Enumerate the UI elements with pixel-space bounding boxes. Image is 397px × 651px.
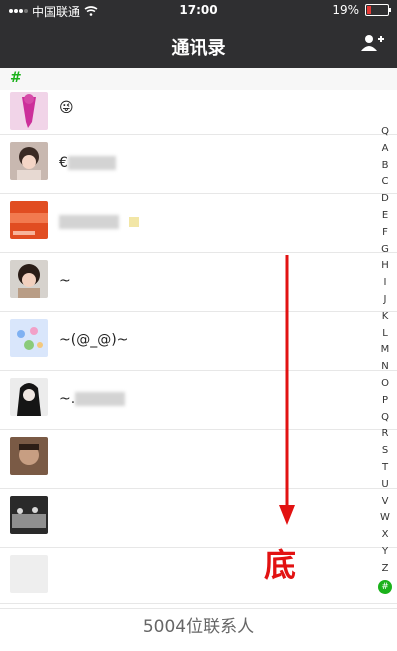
contact-name: ~. <box>59 391 126 407</box>
battery-percent: 19% <box>332 3 359 17</box>
index-letter[interactable]: C <box>377 174 393 191</box>
contact-name: € <box>59 155 116 171</box>
avatar <box>10 142 48 180</box>
index-letter[interactable]: W <box>377 510 393 527</box>
index-letter[interactable]: O <box>377 376 393 393</box>
annotation-text: 底 <box>264 546 297 584</box>
index-letter[interactable]: H <box>377 258 393 275</box>
index-letter[interactable]: B <box>377 158 393 175</box>
contact-name-text: € <box>59 155 68 171</box>
contact-list[interactable]: 😜 € ~ ~(@_@)~ ~. <box>0 90 397 609</box>
index-letter[interactable]: P <box>377 393 393 410</box>
contact-row[interactable] <box>0 430 397 489</box>
avatar <box>10 92 48 130</box>
alphabet-index[interactable]: Q A B C D E F G H I J K L M N O P Q R S T U V W X Y Z # <box>377 124 393 594</box>
avatar <box>10 201 48 239</box>
avatar <box>10 437 48 475</box>
index-letter[interactable]: K <box>377 309 393 326</box>
contact-name: ~ <box>59 273 71 289</box>
index-letter[interactable]: N <box>377 359 393 376</box>
index-letter[interactable]: Z <box>377 561 393 578</box>
contact-count: 5004位联系人 <box>0 603 397 651</box>
contact-row[interactable] <box>0 194 397 253</box>
avatar <box>10 319 48 357</box>
index-letter[interactable]: V <box>377 494 393 511</box>
contact-row[interactable]: ~ <box>0 253 397 312</box>
index-letter[interactable]: E <box>377 208 393 225</box>
index-letter[interactable]: M <box>377 342 393 359</box>
status-right: 19% <box>332 3 391 17</box>
avatar-placeholder <box>10 555 48 593</box>
index-letter[interactable]: J <box>377 292 393 309</box>
section-header: # <box>0 68 397 91</box>
avatar <box>10 260 48 298</box>
index-letter[interactable]: S <box>377 443 393 460</box>
index-letter[interactable]: A <box>377 141 393 158</box>
index-letter[interactable]: I <box>377 275 393 292</box>
avatar <box>10 496 48 534</box>
index-search-icon[interactable]: Q <box>377 124 393 141</box>
index-letter[interactable]: Y <box>377 544 393 561</box>
index-letter[interactable]: L <box>377 326 393 343</box>
index-letter[interactable]: R <box>377 426 393 443</box>
contact-row[interactable]: ~. <box>0 371 397 430</box>
add-contact-button[interactable] <box>359 33 385 53</box>
status-bar: 中国联通 17:00 19% <box>0 0 397 22</box>
top-bar: 中国联通 17:00 19% 通讯录 <box>0 0 397 68</box>
index-letter[interactable]: G <box>377 242 393 259</box>
index-letter[interactable]: X <box>377 527 393 544</box>
index-letter[interactable]: D <box>377 191 393 208</box>
index-letter[interactable]: U <box>377 477 393 494</box>
section-label: # <box>10 70 22 86</box>
contact-row[interactable]: 😜 <box>0 90 397 135</box>
contact-name: 😜 <box>59 100 74 116</box>
battery-icon <box>365 4 391 16</box>
contact-row[interactable]: € <box>0 135 397 194</box>
contact-name <box>59 214 140 230</box>
page-title: 通讯录 <box>171 38 226 59</box>
index-letter[interactable]: T <box>377 460 393 477</box>
index-letter[interactable]: F <box>377 225 393 242</box>
contact-row[interactable] <box>0 548 397 609</box>
index-letter[interactable]: Q <box>377 410 393 427</box>
add-contact-icon <box>361 35 384 51</box>
contact-name-text: ~. <box>59 391 76 407</box>
contact-row[interactable]: ~(@_@)~ <box>0 312 397 371</box>
contact-name: ~(@_@)~ <box>59 332 129 348</box>
down-arrow-annotation <box>279 255 295 525</box>
avatar <box>10 378 48 416</box>
index-letter-hash[interactable]: # <box>378 579 392 594</box>
contact-row[interactable] <box>0 489 397 548</box>
